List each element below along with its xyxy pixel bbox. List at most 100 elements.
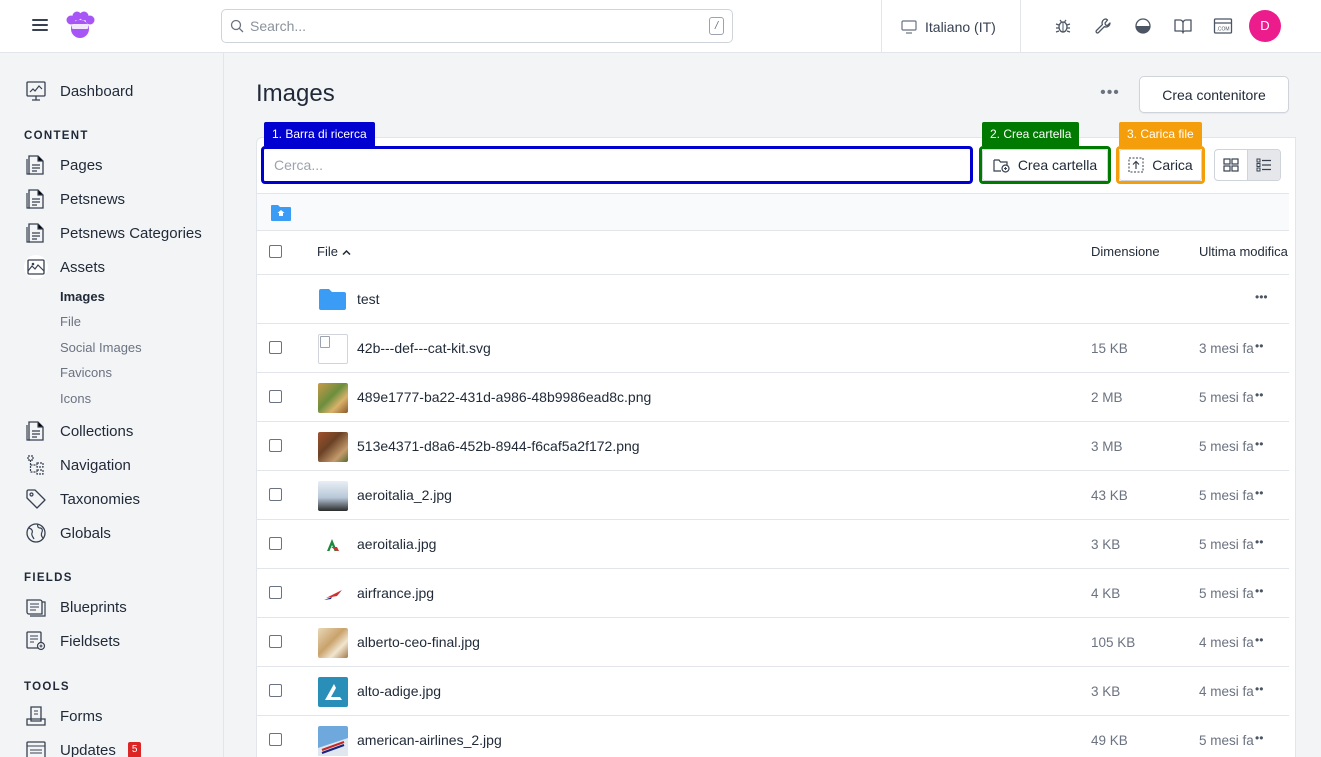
home-folder-icon[interactable] (271, 204, 291, 221)
row-checkbox[interactable] (269, 341, 282, 354)
row-actions-button[interactable]: •• (1255, 633, 1263, 647)
file-name[interactable]: aeroitalia_2.jpg (357, 487, 452, 503)
row-checkbox[interactable] (269, 733, 282, 746)
row-checkbox[interactable] (269, 635, 282, 648)
table-row[interactable]: airfrance.jpg 4 KB 5 mesi fa •• (257, 569, 1289, 618)
file-name[interactable]: airfrance.jpg (357, 585, 434, 601)
row-actions-button[interactable]: •• (1255, 486, 1263, 500)
thumbnail-broken-icon (318, 334, 348, 364)
row-checkbox[interactable] (269, 488, 282, 501)
sidebar-item-petsnews-categories[interactable]: Petsnews Categories (24, 221, 202, 245)
file-size: 105 KB (1091, 635, 1136, 650)
column-header-size[interactable]: Dimensione (1091, 244, 1160, 259)
more-actions-button[interactable]: ••• (1098, 85, 1122, 105)
row-actions-button[interactable]: •• (1255, 731, 1263, 745)
file-modified: 4 mesi fa (1199, 635, 1254, 650)
file-size: 15 KB (1091, 341, 1128, 356)
navigation-tree-icon (27, 455, 44, 475)
sidebar-item-label: Petsnews Categories (60, 224, 202, 242)
row-checkbox[interactable] (269, 390, 282, 403)
file-name[interactable]: aeroitalia.jpg (357, 536, 436, 552)
global-search[interactable]: / (221, 9, 733, 43)
file-size: 3 KB (1091, 537, 1121, 552)
file-name[interactable]: 42b---def---cat-kit.svg (357, 340, 491, 356)
file-name[interactable]: 489e1777-ba22-431d-a986-48b9986ead8c.png (357, 389, 651, 405)
sidebar-subitem-icons[interactable]: Icons (60, 391, 91, 406)
table-row[interactable]: aeroitalia_2.jpg 43 KB 5 mesi fa •• (257, 471, 1289, 520)
sidebar-item-updates[interactable]: Updates 5 (24, 738, 142, 757)
row-actions-button[interactable]: ••• (1255, 290, 1268, 304)
theme-toggle-icon[interactable] (1133, 16, 1153, 36)
aeroitalia-logo-icon (318, 530, 348, 560)
sidebar-item-collections[interactable]: Collections (24, 419, 133, 443)
folder-row[interactable]: test ••• (257, 275, 1289, 324)
file-modified: 5 mesi fa (1199, 733, 1254, 748)
upload-button[interactable]: Carica (1116, 146, 1205, 184)
sidebar-item-globals[interactable]: Globals (24, 521, 111, 545)
file-size: 3 MB (1091, 439, 1123, 454)
fieldsets-icon (26, 631, 46, 651)
bug-icon[interactable] (1053, 16, 1073, 36)
sidebar-item-forms[interactable]: Forms (24, 704, 103, 728)
view-site-icon[interactable]: .COM (1213, 16, 1233, 36)
assets-search-field[interactable] (261, 146, 973, 184)
global-search-input[interactable] (250, 10, 690, 42)
row-actions-button[interactable]: •• (1255, 437, 1263, 451)
table-row[interactable]: alberto-ceo-final.jpg 105 KB 4 mesi fa •… (257, 618, 1289, 667)
file-name[interactable]: american-airlines_2.jpg (357, 732, 502, 748)
updates-icon (26, 741, 46, 757)
sidebar-subitem-social-images[interactable]: Social Images (60, 340, 142, 355)
sidebar-item-blueprints[interactable]: Blueprints (24, 595, 127, 619)
create-container-button[interactable]: Crea contenitore (1139, 76, 1289, 113)
sidebar-item-dashboard[interactable]: Dashboard (24, 79, 133, 103)
user-avatar[interactable]: D (1249, 10, 1281, 42)
docs-book-icon[interactable] (1173, 16, 1193, 36)
row-actions-button[interactable]: •• (1255, 535, 1263, 549)
sidebar-item-label: Blueprints (60, 598, 127, 616)
grid-view-button[interactable] (1215, 150, 1247, 180)
site-selector[interactable]: Italiano (IT) (901, 17, 996, 37)
paw-logo-icon[interactable] (62, 8, 98, 44)
sidebar-item-label: Dashboard (60, 82, 134, 100)
table-row[interactable]: aeroitalia.jpg 3 KB 5 mesi fa •• (257, 520, 1289, 569)
row-actions-button[interactable]: •• (1255, 339, 1263, 353)
wrench-icon[interactable] (1093, 16, 1113, 36)
sidebar-item-navigation[interactable]: Navigation (24, 453, 131, 477)
row-actions-button[interactable]: •• (1255, 682, 1263, 696)
sidebar-item-taxonomies[interactable]: Taxonomies (24, 487, 140, 511)
sidebar-item-fieldsets[interactable]: Fieldsets (24, 629, 120, 653)
list-view-button[interactable] (1247, 150, 1280, 180)
select-all-checkbox[interactable] (269, 245, 282, 258)
row-checkbox[interactable] (269, 684, 282, 697)
table-row[interactable]: 489e1777-ba22-431d-a986-48b9986ead8c.png… (257, 373, 1289, 422)
row-actions-button[interactable]: •• (1255, 584, 1263, 598)
sidebar-item-assets[interactable]: Assets (24, 255, 105, 279)
file-modified: 5 mesi fa (1199, 390, 1254, 405)
sidebar-item-pages[interactable]: Pages (24, 153, 103, 177)
sidebar-subitem-favicons[interactable]: Favicons (60, 365, 112, 380)
file-name[interactable]: alberto-ceo-final.jpg (357, 634, 480, 650)
row-checkbox[interactable] (269, 537, 282, 550)
folder-name[interactable]: test (357, 291, 380, 307)
create-folder-button[interactable]: Crea cartella (979, 146, 1111, 184)
assets-search-input[interactable] (264, 149, 970, 181)
sidebar-subitem-images[interactable]: Images (60, 289, 105, 304)
table-row[interactable]: 513e4371-d8a6-452b-8944-f6caf5a2f172.png… (257, 422, 1289, 471)
column-header-modified[interactable]: Ultima modifica (1199, 244, 1289, 259)
menu-toggle-icon[interactable] (32, 19, 48, 33)
sort-ascending-icon (342, 249, 351, 256)
table-row[interactable]: alto-adige.jpg 3 KB 4 mesi fa •• (257, 667, 1289, 716)
sidebar-item-petsnews[interactable]: Petsnews (24, 187, 125, 211)
search-shortcut-hint: / (709, 17, 724, 35)
row-checkbox[interactable] (269, 439, 282, 452)
folder-icon (319, 289, 346, 310)
row-actions-button[interactable]: •• (1255, 388, 1263, 402)
file-name[interactable]: alto-adige.jpg (357, 683, 441, 699)
image-thumbnail (318, 628, 348, 658)
table-row[interactable]: 42b---def---cat-kit.svg 15 KB 3 mesi fa … (257, 324, 1289, 373)
row-checkbox[interactable] (269, 586, 282, 599)
file-name[interactable]: 513e4371-d8a6-452b-8944-f6caf5a2f172.png (357, 438, 640, 454)
column-header-file[interactable]: File (317, 244, 351, 259)
sidebar-subitem-file[interactable]: File (60, 314, 81, 329)
table-row[interactable]: american-airlines_2.jpg 49 KB 5 mesi fa … (257, 716, 1289, 757)
